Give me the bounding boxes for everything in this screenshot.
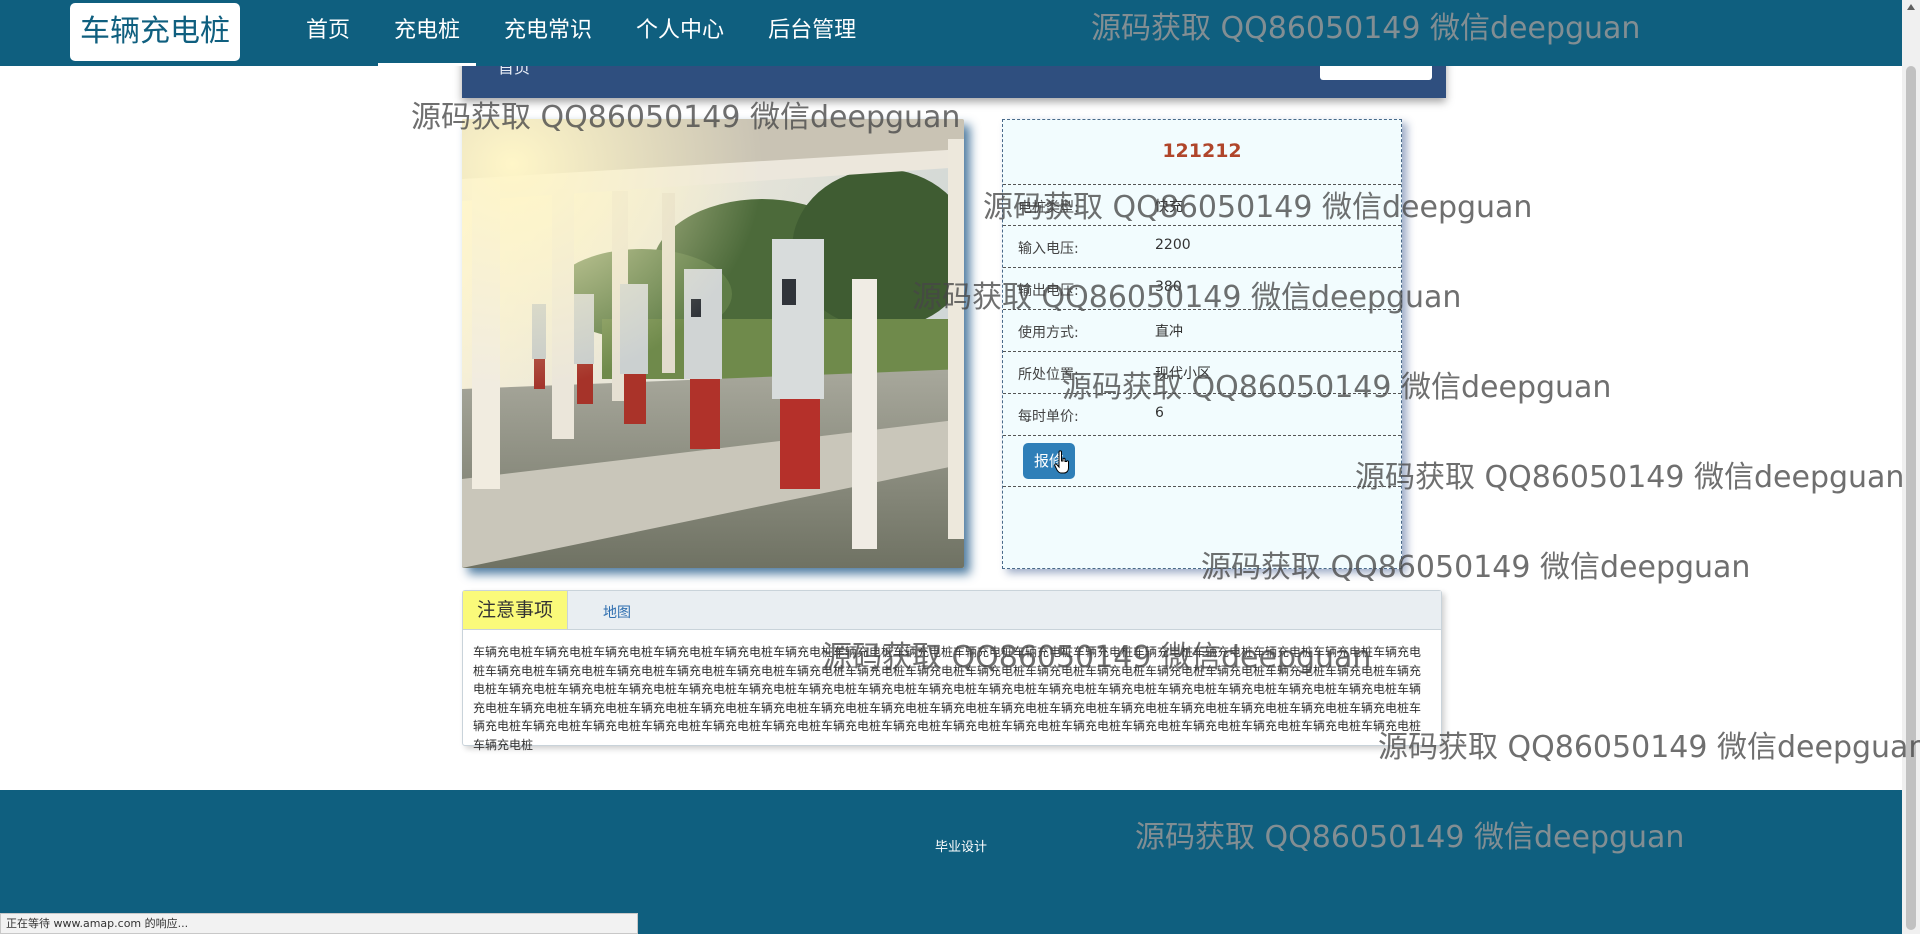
detail-value: 2200 [1155,237,1191,253]
detail-row-output-voltage: 输出电压: 380 [1003,268,1401,310]
page-scrollbar[interactable] [1902,0,1920,934]
detail-row-input-voltage: 输入电压: 2200 [1003,226,1401,268]
info-tabs: 注意事项 地图 车辆充电桩车辆充电桩车辆充电桩车辆充电桩车辆充电桩车辆充电桩车辆… [462,590,1442,752]
nav-item-charging-knowledge[interactable]: 充电常识 [488,0,608,66]
pile-detail-panel: 121212 电桩类型: 快充 输入电压: 2200 输出电压: 380 使用方… [1002,119,1402,569]
detail-value: 现代小区 [1155,366,1211,382]
tab-header: 注意事项 地图 [463,591,1441,630]
pile-name: 121212 [1162,140,1242,162]
scrollbar-thumb[interactable] [1906,66,1916,930]
detail-value: 6 [1155,405,1164,421]
watermark: 源码获取 QQ86050149 微信deepguan [1355,460,1905,495]
watermark: 源码获取 QQ86050149 微信deepguan [1378,730,1920,765]
site-logo[interactable]: 车辆充电桩 [70,3,240,61]
hand-cursor-icon [1054,450,1069,474]
detail-value: 快充 [1155,199,1183,215]
charging-pile-photo [462,119,964,568]
detail-label: 输出电压: [1018,283,1079,299]
footer-text: 毕业设计 [935,840,988,855]
detail-row-location: 所处位置: 现代小区 [1003,352,1401,394]
nav-item-personal-center[interactable]: 个人中心 [620,0,740,66]
top-navbar: 车辆充电桩 首页 充电桩 充电常识 个人中心 后台管理 [0,0,1902,66]
detail-row-price: 每时单价: 6 [1003,394,1401,436]
main-nav: 首页 充电桩 充电常识 个人中心 后台管理 [290,0,884,66]
detail-label: 每时单价: [1018,409,1079,425]
detail-row-type: 电桩类型: 快充 [1003,184,1401,226]
detail-label: 所处位置: [1018,367,1079,383]
nav-item-admin[interactable]: 后台管理 [752,0,872,66]
browser-status-bar: 正在等待 www.amap.com 的响应... [0,913,638,934]
detail-label: 输入电压: [1018,241,1079,257]
nav-item-charging-piles[interactable]: 充电桩 [378,0,477,66]
detail-value: 380 [1155,279,1182,295]
detail-label: 使用方式: [1018,325,1079,341]
nav-item-home[interactable]: 首页 [290,0,366,66]
scroll-up-arrow-icon[interactable] [1906,2,1916,12]
detail-value: 直冲 [1155,324,1183,340]
detail-label: 电桩类型: [1018,200,1079,216]
detail-row-usage: 使用方式: 直冲 [1003,310,1401,352]
tab-notes[interactable]: 注意事项 [463,591,568,629]
pile-detail-list: 电桩类型: 快充 输入电压: 2200 输出电压: 380 使用方式: 直冲 所… [1003,184,1401,487]
tab-map[interactable]: 地图 [603,602,631,622]
notes-content: 车辆充电桩车辆充电桩车辆充电桩车辆充电桩车辆充电桩车辆充电桩车辆充电桩车辆充电桩… [473,645,1422,752]
charging-station-image [462,119,964,568]
